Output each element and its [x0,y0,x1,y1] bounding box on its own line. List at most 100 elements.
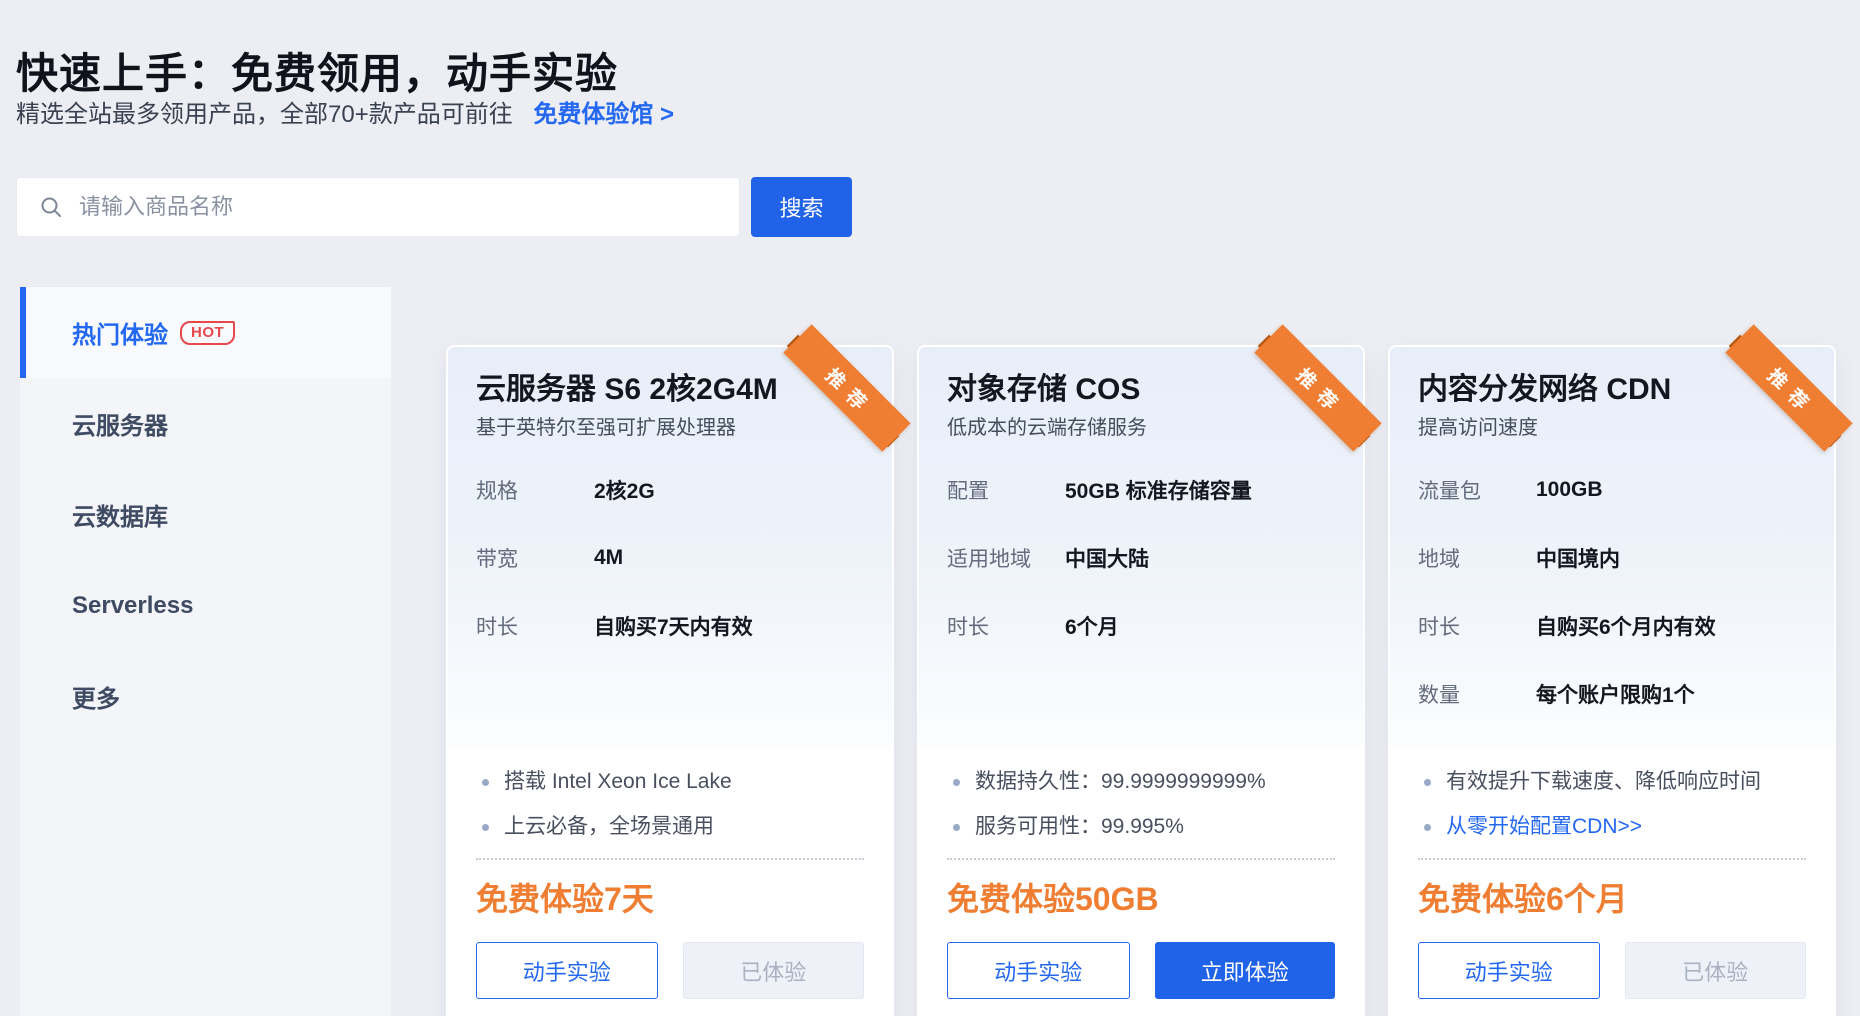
product-title: 云服务器 S6 2核2G4M [476,371,864,409]
feature-text: 有效提升下载速度、降低响应时间 [1446,768,1761,796]
bullet-dot-icon [482,779,489,786]
dotted-divider [947,858,1335,860]
spec-label: 流量包 [1418,475,1536,505]
hot-badge: HOT [180,321,235,345]
sidebar-item-label: 热门体验 [72,315,168,350]
spec-label: 带宽 [476,543,594,573]
free-trial-page: 快速上手：免费领用，动手实验 精选全站最多领用产品，全部70+款产品可前往 免费… [0,0,1860,1016]
sidebar-item-serverless[interactable]: Serverless [20,560,391,651]
spec-label: 时长 [476,611,594,641]
hands-on-lab-button[interactable]: 动手实验 [1418,942,1600,999]
product-subtitle: 低成本的云端存储服务 [947,415,1335,441]
spec-label: 适用地域 [947,543,1065,573]
feature-text: 服务可用性：99.995% [975,813,1184,841]
spec-label: 配置 [947,475,1065,505]
spec-value: 自购买7天内有效 [594,611,753,641]
spec-value: 4M [594,546,623,570]
feature-text: 上云必备，全场景通用 [504,813,714,841]
product-subtitle: 基于英特尔至强可扩展处理器 [476,415,864,441]
spec-list: 配置50GB 标准存储容量适用地域中国大陆时长6个月 [947,456,1335,660]
spec-row: 地域中国境内 [1418,524,1806,592]
feature-item: 搭载 Intel Xeon Ice Lake [476,768,864,796]
product-card: 推荐 内容分发网络 CDN 提高访问速度 流量包100GB地域中国境内时长自购买… [1388,345,1836,1016]
card-header-section: 对象存储 COS 低成本的云端存储服务 配置50GB 标准存储容量适用地域中国大… [919,347,1363,746]
free-trial-offer: 免费体验6个月 [1418,880,1806,918]
search-input[interactable] [77,193,729,221]
sidebar-item-cvm[interactable]: 云服务器 [20,378,391,469]
feature-item: 上云必备，全场景通用 [476,813,864,841]
feature-list: 数据持久性：99.9999999999% 服务可用性：99.995% [947,768,1335,841]
feature-link[interactable]: 从零开始配置CDN>> [1418,813,1806,841]
bullet-dot-icon [1424,824,1431,831]
spec-row: 流量包100GB [1418,456,1806,524]
page-title: 快速上手：免费领用，动手实验 [16,40,618,101]
dotted-divider [476,858,864,860]
card-list: 推荐 云服务器 S6 2核2G4M 基于英特尔至强可扩展处理器 规格2核2G带宽… [446,345,1836,1016]
product-subtitle: 提高访问速度 [1418,415,1806,441]
card-header-section: 内容分发网络 CDN 提高访问速度 流量包100GB地域中国境内时长自购买6个月… [1390,347,1834,746]
spec-row: 时长6个月 [947,592,1335,660]
spec-row: 数量每个账户限购1个 [1418,660,1806,728]
sidebar-item-label: Serverless [72,592,193,620]
spec-row: 配置50GB 标准存储容量 [947,456,1335,524]
spec-row: 带宽4M [476,524,864,592]
sidebar-item-label: 云数据库 [72,497,168,532]
spec-row: 时长自购买7天内有效 [476,592,864,660]
feature-list: 有效提升下载速度、降低响应时间从零开始配置CDN>> [1418,768,1806,841]
free-trial-offer: 免费体验7天 [476,880,864,918]
spec-label: 规格 [476,475,594,505]
spec-value: 中国境内 [1536,543,1620,573]
spec-row: 适用地域中国大陆 [947,524,1335,592]
try-now-button[interactable]: 立即体验 [1155,942,1336,999]
spec-value: 6个月 [1065,611,1119,641]
spec-value: 50GB 标准存储容量 [1065,475,1252,505]
product-card: 推荐 云服务器 S6 2核2G4M 基于英特尔至强可扩展处理器 规格2核2G带宽… [446,345,894,1016]
feature-item: 服务可用性：99.995% [947,813,1335,841]
feature-item: 有效提升下载速度、降低响应时间 [1418,768,1806,796]
spec-label: 时长 [1418,611,1536,641]
dotted-divider [1418,858,1806,860]
sidebar-item-more[interactable]: 更多 [20,651,391,742]
feature-text: 数据持久性：99.9999999999% [975,768,1266,796]
spec-value: 100GB [1536,478,1603,502]
card-header-section: 云服务器 S6 2核2G4M 基于英特尔至强可扩展处理器 规格2核2G带宽4M时… [448,347,892,746]
sidebar-item-hot[interactable]: 热门体验 HOT [20,287,391,378]
hands-on-lab-button[interactable]: 动手实验 [476,942,658,999]
card-footer-section: 有效提升下载速度、降低响应时间从零开始配置CDN>> 免费体验6个月 动手实验已… [1390,746,1834,1016]
spec-value: 自购买6个月内有效 [1536,611,1716,641]
experienced-button: 已体验 [683,942,865,999]
page-subtitle: 精选全站最多领用产品，全部70+款产品可前往 免费体验馆 > [16,94,674,129]
bullet-dot-icon [1424,779,1431,786]
feature-link-text: 从零开始配置CDN>> [1446,813,1642,841]
spec-label: 数量 [1418,679,1536,709]
spec-value: 每个账户限购1个 [1536,679,1695,709]
sidebar-item-label: 云服务器 [72,406,168,441]
spec-label: 地域 [1418,543,1536,573]
bullet-dot-icon [953,824,960,831]
sidebar: 热门体验 HOT 云服务器 云数据库 Serverless 更多 [20,287,391,1016]
free-trial-hall-link[interactable]: 免费体验馆 > [533,101,674,128]
spec-row: 规格2核2G [476,456,864,524]
spec-value: 2核2G [594,475,655,505]
sidebar-item-label: 更多 [72,679,120,714]
spec-value: 中国大陆 [1065,543,1149,573]
button-row: 动手实验立即体验 [947,942,1335,999]
bullet-dot-icon [482,824,489,831]
button-row: 动手实验已体验 [1418,942,1806,999]
feature-list: 搭载 Intel Xeon Ice Lake 上云必备，全场景通用 [476,768,864,841]
product-title: 内容分发网络 CDN [1418,371,1806,409]
spec-list: 规格2核2G带宽4M时长自购买7天内有效 [476,456,864,660]
sidebar-item-cdb[interactable]: 云数据库 [20,469,391,560]
spec-row: 时长自购买6个月内有效 [1418,592,1806,660]
card-footer-section: 搭载 Intel Xeon Ice Lake上云必备，全场景通用 免费体验7天 … [448,746,892,1016]
search-button[interactable]: 搜索 [751,177,852,237]
search-input-container[interactable] [16,177,740,237]
experienced-button: 已体验 [1625,942,1807,999]
search-icon [39,195,63,219]
free-trial-offer: 免费体验50GB [947,880,1335,918]
hands-on-lab-button[interactable]: 动手实验 [947,942,1130,999]
card-footer-section: 数据持久性：99.9999999999% 服务可用性：99.995% 免费体验50… [919,746,1363,1016]
feature-item: 数据持久性：99.9999999999% [947,768,1335,796]
feature-text: 搭载 Intel Xeon Ice Lake [504,768,732,796]
product-card: 推荐 对象存储 COS 低成本的云端存储服务 配置50GB 标准存储容量适用地域… [917,345,1365,1016]
